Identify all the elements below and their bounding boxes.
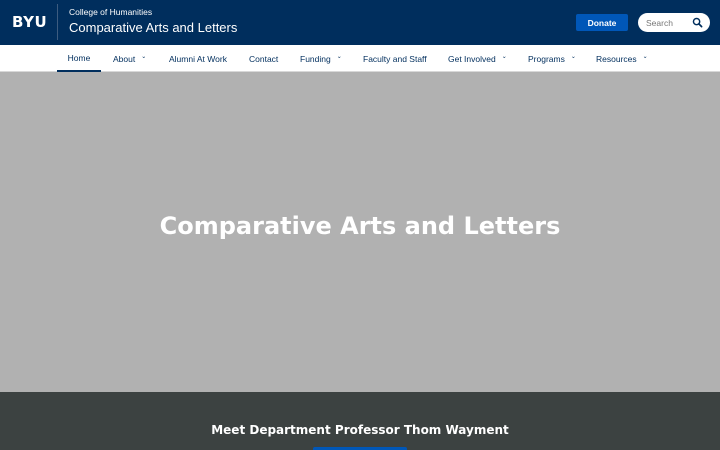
nav-item-label: Alumni At Work — [169, 53, 227, 64]
main-nav: Home About ⌄ Alumni At Work Contact Fund… — [0, 45, 720, 72]
chevron-down-icon: ⌄ — [141, 54, 147, 60]
search-icon[interactable] — [692, 17, 703, 28]
nav-item-funding[interactable]: Funding ⌄ — [300, 45, 342, 72]
search-box — [638, 13, 710, 32]
nav-item-get-involved[interactable]: Get Involved ⌄ — [448, 45, 507, 72]
feature-section: Meet Department Professor Thom Wayment — [0, 392, 720, 450]
site-header: BYU College of Humanities Comparative Ar… — [0, 0, 720, 45]
nav-item-label: Contact — [249, 53, 279, 64]
nav-item-alumni-at-work[interactable]: Alumni At Work — [169, 45, 227, 72]
nav-item-contact[interactable]: Contact — [249, 45, 278, 72]
chevron-down-icon: ⌄ — [501, 54, 507, 60]
nav-item-label: Get Involved — [448, 53, 496, 64]
donate-button[interactable]: Donate — [576, 14, 628, 31]
byu-logo[interactable]: BYU — [12, 13, 47, 31]
chevron-down-icon: ⌄ — [642, 54, 648, 60]
nav-item-label: Faculty and Staff — [363, 53, 427, 64]
search-input[interactable] — [646, 16, 690, 29]
hero-banner: Comparative Arts and Letters — [0, 72, 720, 392]
nav-item-label: Resources — [596, 53, 637, 64]
college-link[interactable]: College of Humanities — [69, 7, 152, 17]
nav-item-label: Home — [67, 52, 91, 63]
logo-divider — [57, 4, 58, 40]
chevron-down-icon: ⌄ — [336, 54, 342, 60]
site-title[interactable]: Comparative Arts and Letters — [69, 20, 237, 35]
hero-title: Comparative Arts and Letters — [159, 212, 561, 240]
nav-item-label: Funding — [300, 53, 331, 64]
nav-item-home[interactable]: Home — [57, 45, 101, 72]
nav-item-label: Programs — [528, 53, 565, 64]
feature-title: Meet Department Professor Thom Wayment — [211, 423, 509, 437]
nav-item-label: About — [113, 53, 136, 64]
nav-item-faculty-and-staff[interactable]: Faculty and Staff — [363, 45, 427, 72]
nav-item-resources[interactable]: Resources ⌄ — [596, 45, 648, 72]
nav-item-about[interactable]: About ⌄ — [113, 45, 146, 72]
chevron-down-icon: ⌄ — [570, 54, 576, 60]
nav-item-programs[interactable]: Programs ⌄ — [528, 45, 576, 72]
